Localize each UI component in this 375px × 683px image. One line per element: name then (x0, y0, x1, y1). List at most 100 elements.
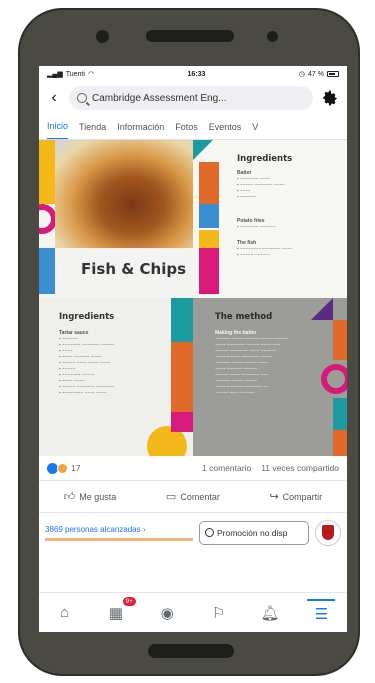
ingredients-panel-right: Ingredients Batter ▪ ~~~~~~~ ~~~~ ▪ ~~~~~… (193, 140, 347, 298)
home-button[interactable] (148, 644, 234, 658)
comments-count[interactable]: 1 comentario (202, 463, 251, 473)
like-button[interactable]: 👍︎ Me gusta (64, 490, 117, 503)
clock-time: 16:33 (187, 70, 206, 78)
nav-marketplace[interactable]: ▦ 9+ (102, 596, 136, 627)
method-panel: The method Making the batter ~~~~~~ ~~~~… (193, 298, 347, 456)
nav-notifications[interactable]: 🔔︎ (256, 599, 284, 627)
bottom-navigation: ⌂ ▦ 9+ ◉ ⚐ 🔔︎ ☰ (39, 592, 347, 632)
promotion-button[interactable]: Promoción no disp (199, 520, 309, 545)
page-tabs: Inicio Tienda Información Fotos Eventos … (39, 114, 347, 140)
nav-pages[interactable]: ⚐ (205, 599, 233, 627)
battery-icon (327, 71, 339, 77)
yellow-stripe (39, 140, 55, 204)
share-button[interactable]: ↪ Compartir (269, 490, 322, 503)
orange-side (333, 320, 347, 360)
comment-label: Comentar (180, 491, 220, 502)
chevron-right-icon: › (142, 524, 146, 534)
teal-stripe (171, 298, 193, 342)
tab-fotos[interactable]: Fotos (175, 115, 198, 139)
bell-icon: 🔔︎ (260, 604, 280, 622)
flag-icon: ⚐ (211, 604, 226, 622)
carrier-name: Tuenti (65, 70, 85, 78)
promotion-label: Promoción no disp (217, 527, 288, 538)
alarm-icon: ◷ (298, 71, 306, 78)
shares-count[interactable]: 11 veces compartido (261, 463, 339, 473)
crest-icon (322, 525, 334, 540)
nav-home[interactable]: ⌂ (51, 599, 79, 627)
home-icon: ⌂ (60, 604, 70, 621)
reactions-bar: 17 1 comentario 11 veces compartido (39, 456, 347, 480)
fish-list: The fish ▪ ~~~~~~~~ ~~~~~~~ ~~~~ ▪ ~~~~~ … (237, 240, 337, 258)
tab-tienda[interactable]: Tienda (79, 115, 106, 139)
groups-icon: ◉ (160, 604, 174, 622)
batter-list: Batter ▪ ~~~~~~~ ~~~~ ▪ ~~~~~ ~~~~~~~ ~~~… (237, 170, 337, 200)
teal-side (333, 398, 347, 430)
wifi-icon: ◠ (87, 71, 95, 78)
pink-block (199, 248, 219, 294)
tartar-list: Tartar sauce ▪ ~~~~~~ ▪ ~~~~~~~ ~~~~~~~ ~… (59, 330, 159, 396)
page-avatar[interactable] (315, 519, 341, 546)
sensor (267, 31, 278, 42)
ingredients-heading-right: Ingredients (237, 154, 293, 164)
tab-inicio[interactable]: Inicio (47, 114, 69, 139)
batter-label: Batter (237, 170, 252, 176)
people-reached-link[interactable]: 3869 personas alcanzadas › (45, 525, 193, 541)
tab-informacion[interactable]: Información (117, 115, 164, 139)
potato-label: Potato fries (237, 218, 265, 224)
blue-square (199, 204, 219, 228)
fish-label: The fish (237, 240, 257, 246)
orange-block (199, 162, 219, 204)
method-sub: Making the batter (215, 330, 257, 336)
dish-panel: Fish & Chips (39, 140, 193, 298)
nav-groups[interactable]: ◉ (153, 599, 181, 627)
method-text: Making the batter ~~~~~~ ~~~~ ~~~~~~ ~~~… (215, 330, 319, 396)
signal-icon: ▂▄▆ (47, 71, 63, 78)
potato-list: Potato fries ▪ ~~~~~~~ ~~~~~~ (237, 218, 337, 230)
post-actions: 👍︎ Me gusta ▭ Comentar ↪ Compartir (39, 480, 347, 512)
pink-ring-right (321, 364, 347, 394)
engagement-counts: 1 comentario 11 veces compartido (202, 463, 339, 473)
thumbs-up-icon: 👍︎ (63, 491, 76, 503)
teal-corner (171, 412, 193, 432)
status-bar: ▂▄▆ Tuenti ◠ 16:33 ◷ 47 % (39, 66, 347, 82)
back-arrow-icon[interactable]: ‹ (47, 89, 61, 107)
share-label: Compartir (282, 491, 323, 502)
pink-ring-small (199, 230, 219, 248)
search-icon (77, 93, 87, 103)
orange-stripe (171, 342, 193, 412)
blue-block (39, 248, 55, 294)
search-text: Cambridge Assessment Eng... (92, 92, 227, 104)
search-bar[interactable]: Cambridge Assessment Eng... (69, 86, 313, 110)
orange-bottom (333, 430, 347, 456)
speaker-grille (146, 30, 234, 42)
people-reached-text: 3869 personas alcanzadas (45, 524, 141, 534)
front-camera (96, 30, 109, 43)
store-icon: ▦ (108, 604, 124, 622)
battery-percent: 47 % (308, 70, 324, 78)
page-header: ‹ Cambridge Assessment Eng... (39, 82, 347, 114)
reaction-summary[interactable]: 17 (47, 462, 81, 474)
promotion-bar: 3869 personas alcanzadas › Promoción no … (39, 512, 347, 552)
menu-icon: ☰ (314, 605, 329, 623)
ingredients-heading-left: Ingredients (59, 312, 115, 322)
ingredients-panel-left: Ingredients Tartar sauce ▪ ~~~~~~ ▪ ~~~~~… (39, 298, 193, 456)
like-label: Me gusta (79, 491, 117, 502)
tab-more[interactable]: V (252, 115, 258, 139)
comment-button[interactable]: ▭ Comentar (166, 490, 220, 503)
comment-icon: ▭ (165, 491, 177, 503)
phone-screen: ▂▄▆ Tuenti ◠ 16:33 ◷ 47 % ‹ Cambridge As… (39, 66, 347, 632)
purple-triangle (311, 298, 333, 320)
share-icon: ↪ (269, 491, 279, 503)
method-heading: The method (215, 312, 273, 322)
gear-icon[interactable] (321, 89, 339, 107)
notifications-badge: 9+ (122, 596, 136, 606)
fish-chips-photo (55, 140, 193, 248)
clock-icon (205, 528, 214, 537)
tab-eventos[interactable]: Eventos (209, 115, 242, 139)
care-reaction-icon (57, 462, 68, 474)
post-image[interactable]: Fish & Chips Ingredients Batter ▪ ~~~~~~… (39, 140, 347, 456)
nav-menu[interactable]: ☰ (307, 598, 336, 627)
tartar-label: Tartar sauce (59, 330, 89, 336)
reaction-count: 17 (71, 463, 81, 473)
teal-triangle (193, 140, 213, 160)
